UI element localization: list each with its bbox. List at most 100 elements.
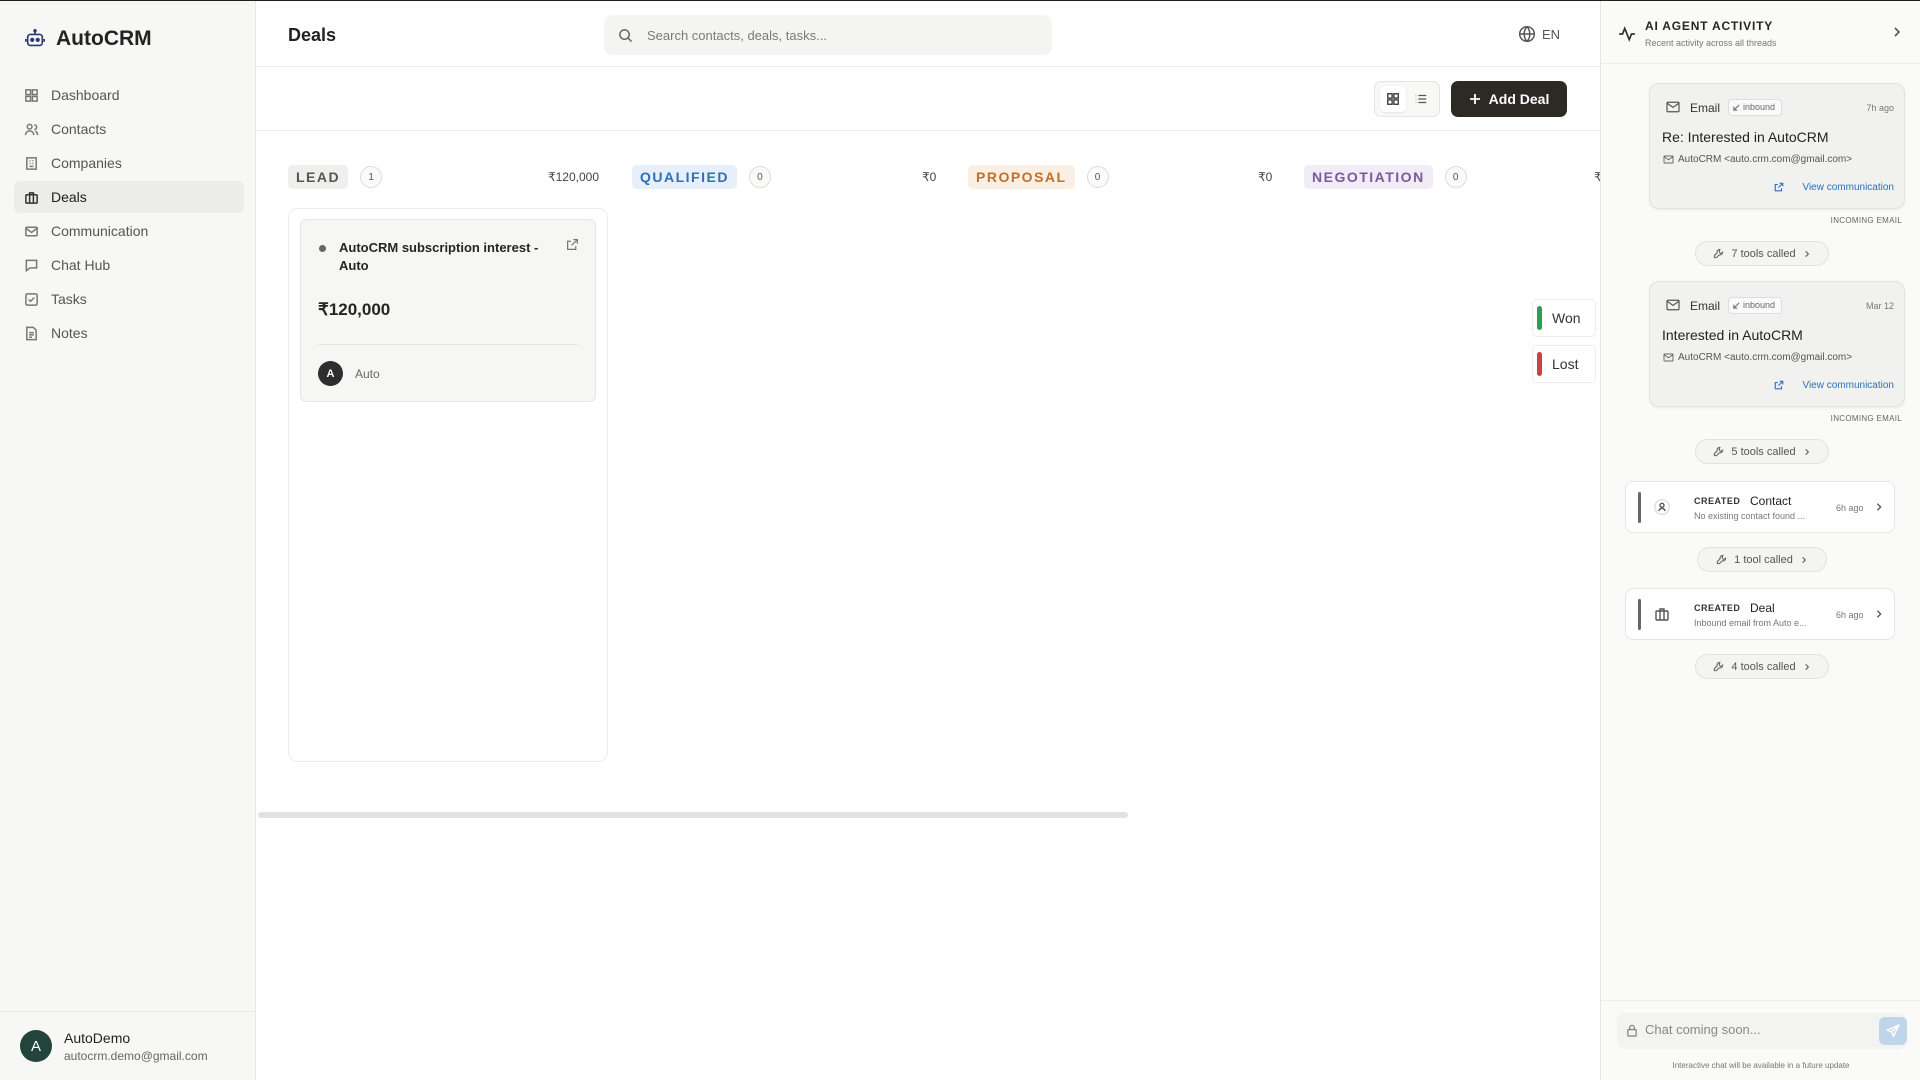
activity-indicator <box>1638 599 1641 630</box>
search-input[interactable] <box>647 27 1027 43</box>
email-sender: AutoCRM <auto.crm.com@gmail.com> <box>1678 352 1853 363</box>
chevron-right-icon <box>1804 250 1809 257</box>
deal-status-dot <box>319 245 326 252</box>
sidebar-item-deals[interactable]: Deals <box>14 181 244 213</box>
sidebar-item-contacts[interactable]: Contacts <box>14 113 244 145</box>
lost-dropzone[interactable]: Lost <box>1532 345 1596 383</box>
arrow-down-left-icon <box>1733 104 1740 111</box>
stage-total: ₹0 <box>1258 170 1273 184</box>
sidebar-item-chat-hub[interactable]: Chat Hub <box>14 249 244 281</box>
deal-card[interactable]: AutoCRM subscription interest - Auto ₹12… <box>300 219 596 402</box>
chat-input[interactable] <box>1645 1022 1845 1037</box>
email-sender: AutoCRM <auto.crm.com@gmail.com> <box>1678 154 1853 165</box>
stage-total: ₹120,000 <box>548 170 600 184</box>
activity-created-card[interactable]: CREATED Contact No existing contact foun… <box>1625 481 1895 533</box>
chat-note: Interactive chat will be available in a … <box>1672 1061 1850 1070</box>
search-bar[interactable] <box>604 15 1052 55</box>
chat-input-container <box>1617 1013 1907 1049</box>
won-indicator <box>1537 306 1542 330</box>
lock-icon <box>1627 1024 1637 1037</box>
tools-called-button[interactable]: 5 tools called <box>1695 439 1829 464</box>
tools-called-button[interactable]: 1 tool called <box>1697 547 1827 572</box>
stage-total: ₹0 <box>922 170 937 184</box>
external-link-icon <box>1774 380 1784 390</box>
activity-email-card[interactable]: Email inbound 7h ago Re: Interested in A… <box>1649 83 1905 209</box>
activity-email-card[interactable]: Email inbound Mar 12 Interested in AutoC… <box>1649 281 1905 407</box>
open-deal-button[interactable] <box>566 238 579 256</box>
wrench-icon <box>1714 446 1724 457</box>
sidebar-item-label: Contacts <box>51 121 107 137</box>
send-button[interactable] <box>1879 1017 1907 1045</box>
activity-entity: Contact <box>1750 494 1792 508</box>
checkbox-icon <box>25 292 38 306</box>
sidebar-item-communication[interactable]: Communication <box>14 215 244 247</box>
tools-count: 5 tools called <box>1731 445 1796 458</box>
won-label: Won <box>1552 310 1581 326</box>
list-icon <box>1415 94 1427 104</box>
sidebar-item-dashboard[interactable]: Dashboard <box>14 79 244 111</box>
tools-called-button[interactable]: 7 tools called <box>1695 241 1829 266</box>
sidebar-item-companies[interactable]: Companies <box>14 147 244 179</box>
stage-label: QUALIFIED <box>632 165 737 189</box>
mail-icon <box>1666 101 1680 113</box>
list-view-button[interactable] <box>1408 86 1434 112</box>
column-header-negotiation: NEGOTIATION 0 <box>1304 163 1467 191</box>
brand[interactable]: AutoCRM <box>24 27 152 51</box>
kanban-view-button[interactable] <box>1380 86 1406 112</box>
sidebar-item-notes[interactable]: Notes <box>14 317 244 349</box>
sidebar-item-label: Chat Hub <box>51 257 111 273</box>
activity-created-card[interactable]: CREATED Deal Inbound email from Auto e..… <box>1625 588 1895 640</box>
panel-subtitle: Recent activity across all threads <box>1645 38 1777 48</box>
add-deal-button[interactable]: Add Deal <box>1451 81 1567 117</box>
user-icon <box>1654 499 1670 515</box>
column-header-proposal: PROPOSAL 0 <box>968 163 1109 191</box>
language-code: EN <box>1542 26 1561 42</box>
stage-label: LEAD <box>288 165 349 189</box>
briefcase-icon <box>1655 608 1669 621</box>
board-horizontal-scrollbar[interactable] <box>258 812 1128 818</box>
activity-indicator <box>1638 492 1641 523</box>
view-communication-link[interactable]: View communication <box>1802 380 1894 391</box>
email-subject: Re: Interested in AutoCRM <box>1662 129 1829 145</box>
deal-owner: Auto <box>355 367 380 381</box>
activity-type: Email <box>1690 101 1721 115</box>
tools-count: 4 tools called <box>1731 660 1796 673</box>
direction-label: inbound <box>1743 300 1776 310</box>
sidebar: AutoCRM Dashboard Contacts Companies Dea… <box>0 1 256 1080</box>
mail-icon <box>1663 353 1674 362</box>
stage-label: PROPOSAL <box>968 165 1075 189</box>
language-switcher[interactable]: EN <box>1518 25 1560 43</box>
sidebar-item-label: Deals <box>51 189 87 205</box>
sidebar-item-label: Communication <box>51 223 149 239</box>
sidebar-item-tasks[interactable]: Tasks <box>14 283 244 315</box>
wrench-icon <box>1714 661 1724 672</box>
lost-label: Lost <box>1552 356 1579 372</box>
activity-time: Mar 12 <box>1865 301 1894 311</box>
chevron-right-icon <box>1802 556 1807 563</box>
direction-badge: inbound <box>1728 99 1783 116</box>
won-dropzone[interactable]: Won <box>1532 299 1596 337</box>
arrow-down-left-icon <box>1733 302 1740 309</box>
avatar: A <box>20 1030 52 1062</box>
search-icon <box>619 28 633 42</box>
chevron-right-icon <box>1804 663 1809 670</box>
chevron-right-icon <box>1876 610 1882 618</box>
column-header-qualified: QUALIFIED 0 <box>632 163 771 191</box>
direction-label: inbound <box>1743 102 1776 112</box>
tools-called-button[interactable]: 4 tools called <box>1695 654 1829 679</box>
avatar: A <box>318 361 343 386</box>
activity-icon <box>1619 26 1635 42</box>
tools-count: 7 tools called <box>1731 247 1796 260</box>
view-communication-link[interactable]: View communication <box>1802 182 1894 193</box>
collapse-panel-button[interactable] <box>1891 25 1903 43</box>
column-header-lead: LEAD 1 <box>288 163 383 191</box>
activity-action: CREATED <box>1694 496 1741 506</box>
user-profile[interactable]: A AutoDemo autocrm.demo@gmail.com <box>0 1011 256 1080</box>
activity-tag: INCOMING EMAIL <box>1830 216 1902 225</box>
chevron-right-icon <box>1894 27 1901 37</box>
sidebar-item-label: Companies <box>51 155 122 171</box>
page-title: Deals <box>288 25 337 45</box>
mail-icon <box>25 226 38 236</box>
mail-icon <box>1666 299 1680 311</box>
grid-icon <box>1387 93 1399 105</box>
